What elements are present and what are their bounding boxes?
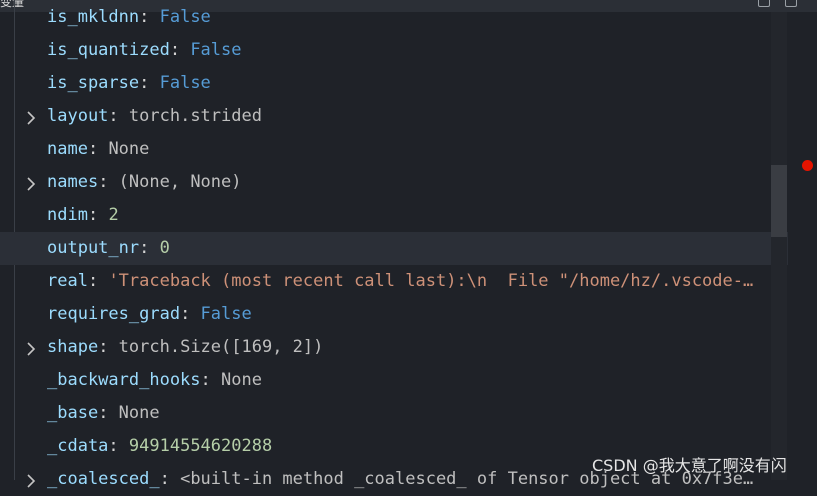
variable-name: names <box>47 172 99 192</box>
variable-separator: : <box>139 73 160 93</box>
variable-value: (None, None) <box>118 172 242 192</box>
variable-separator: : <box>98 172 119 192</box>
variable-entry: output_nr: 0 <box>47 232 170 265</box>
variable-name: is_quantized <box>47 40 170 60</box>
variable-name: _base <box>47 403 99 423</box>
variable-row[interactable]: names: (None, None) <box>0 166 788 199</box>
variable-name: real <box>47 271 88 291</box>
variable-value: 94914554620288 <box>128 436 273 456</box>
variable-value: False <box>159 73 211 93</box>
variable-separator: : <box>87 139 109 159</box>
variable-entry: is_mkldnn: False <box>47 1 211 34</box>
variable-entry: requires_grad: False <box>47 298 252 331</box>
variable-row[interactable]: shape: torch.Size([169, 2]) <box>0 331 788 364</box>
variable-row[interactable]: layout: torch.strided <box>0 100 788 133</box>
variable-row[interactable]: _base: None <box>0 397 788 430</box>
variable-entry: names: (None, None) <box>47 166 242 199</box>
variable-separator: : <box>200 370 222 390</box>
variable-value: 'Traceback (most recent call last):\n Fi… <box>108 271 754 291</box>
variable-value: 2 <box>108 205 119 225</box>
variable-row[interactable]: is_mkldnn: False <box>0 1 788 34</box>
variable-entry: is_sparse: False <box>47 67 211 100</box>
variable-separator: : <box>98 403 119 423</box>
variable-value: torch.Size([169, 2]) <box>118 337 324 357</box>
variable-value: False <box>200 304 252 324</box>
watermark: CSDN @我大意了啊没有闪 <box>592 456 787 475</box>
variable-name: is_sparse <box>47 73 140 93</box>
variable-value: False <box>190 40 242 60</box>
variable-separator: : <box>108 436 129 456</box>
variable-row[interactable]: real: 'Traceback (most recent call last)… <box>0 265 788 298</box>
variable-name: is_mkldnn <box>47 7 140 27</box>
variable-name: output_nr <box>47 238 140 258</box>
variable-entry: _cdata: 94914554620288 <box>47 430 272 463</box>
scrollbar-track[interactable] <box>771 12 787 480</box>
variable-value: 0 <box>159 238 170 258</box>
variable-name: layout <box>47 106 109 126</box>
variable-separator: : <box>87 271 109 291</box>
variable-separator: : <box>180 304 201 324</box>
variable-entry: ndim: 2 <box>47 199 119 232</box>
variable-name: _cdata <box>47 436 109 456</box>
variable-value: None <box>221 370 262 390</box>
variable-separator: : <box>139 7 160 27</box>
variable-value: None <box>108 139 150 159</box>
variable-entry: _base: None <box>47 397 160 430</box>
variable-value: False <box>159 7 211 27</box>
variable-entry: shape: torch.Size([169, 2]) <box>47 331 323 364</box>
variable-value: torch.strided <box>128 106 262 126</box>
variable-name: shape <box>47 337 99 357</box>
variable-entry: name: None <box>47 133 149 166</box>
variable-row[interactable]: _backward_hooks: None <box>0 364 788 397</box>
variable-separator: : <box>108 106 129 126</box>
variable-row[interactable]: requires_grad: False <box>0 298 788 331</box>
scrollbar-thumb[interactable] <box>771 165 787 237</box>
variable-entry: real: 'Traceback (most recent call last)… <box>47 265 753 298</box>
variable-name: _backward_hooks <box>47 370 201 390</box>
variables-panel: is_mkldnn: False is_quantized: False is_sp… <box>0 0 788 489</box>
variable-row[interactable]: is_quantized: False <box>0 34 788 67</box>
variable-row[interactable]: is_sparse: False <box>0 67 788 100</box>
variable-separator: : <box>98 337 119 357</box>
variable-entry: is_quantized: False <box>47 34 242 67</box>
variable-entry: layout: torch.strided <box>47 100 262 133</box>
variable-row[interactable]: output_nr: 0 <box>0 232 788 265</box>
variable-separator: : <box>139 238 160 258</box>
variable-separator: : <box>159 469 181 489</box>
breakpoint-indicator[interactable] <box>802 160 813 171</box>
variable-name: name <box>47 139 88 159</box>
variable-value: None <box>118 403 160 423</box>
variable-row[interactable]: ndim: 2 <box>0 199 788 232</box>
variable-separator: : <box>87 205 109 225</box>
variable-entry: _backward_hooks: None <box>47 364 262 397</box>
variable-row[interactable]: name: None <box>0 133 788 166</box>
variable-separator: : <box>169 40 191 60</box>
variable-name: requires_grad <box>47 304 181 324</box>
variable-name: _coalesced_ <box>47 469 160 489</box>
variable-name: ndim <box>47 205 88 225</box>
